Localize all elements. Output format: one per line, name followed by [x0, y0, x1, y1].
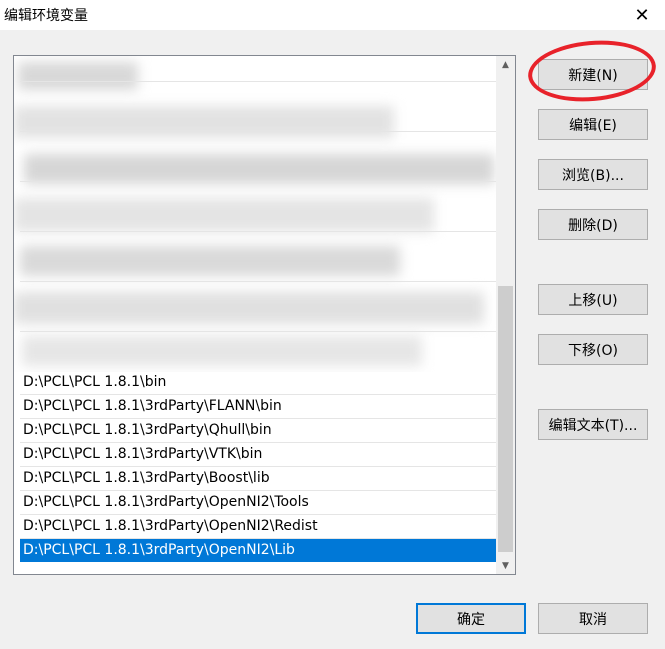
scroll-up-icon[interactable]: ▲ — [496, 56, 515, 73]
list-item[interactable]: D:\PCL\PCL 1.8.1\3rdParty\Qhull\bin — [20, 419, 496, 442]
red-annotation-circle — [525, 35, 659, 107]
list-item[interactable]: D:\PCL\PCL 1.8.1\3rdParty\FLANN\bin — [20, 395, 496, 418]
list-item[interactable]: D:\PCL\PCL 1.8.1\3rdParty\Boost\lib — [20, 467, 496, 490]
vertical-scrollbar[interactable]: ▲ ▼ — [496, 56, 515, 574]
list-item-selected[interactable]: D:\PCL\PCL 1.8.1\3rdParty\OpenNI2\Lib — [20, 539, 496, 562]
move-up-button[interactable]: 上移(U) — [538, 284, 648, 315]
browse-button[interactable]: 浏览(B)... — [538, 159, 648, 190]
title-bar: 编辑环境变量 ✕ — [0, 0, 665, 30]
list-item[interactable]: D:\PCL\PCL 1.8.1\3rdParty\OpenNI2\Tools — [20, 491, 496, 514]
scroll-down-icon[interactable]: ▼ — [496, 557, 515, 574]
blurred-entries — [14, 56, 496, 372]
env-variable-list[interactable]: D:\PCL\PCL 1.8.1\bin D:\PCL\PCL 1.8.1\3r… — [13, 55, 516, 575]
scroll-thumb[interactable] — [498, 286, 513, 552]
delete-button[interactable]: 删除(D) — [538, 209, 648, 240]
cancel-button[interactable]: 取消 — [538, 603, 648, 634]
list-item[interactable]: D:\PCL\PCL 1.8.1\3rdParty\VTK\bin — [20, 443, 496, 466]
close-icon[interactable]: ✕ — [619, 0, 665, 30]
list-item[interactable]: D:\PCL\PCL 1.8.1\3rdParty\OpenNI2\Redist — [20, 515, 496, 538]
edit-button[interactable]: 编辑(E) — [538, 109, 648, 140]
list-item[interactable]: D:\PCL\PCL 1.8.1\bin — [20, 371, 496, 394]
window-title: 编辑环境变量 — [4, 8, 88, 24]
edit-text-button[interactable]: 编辑文本(T)... — [538, 409, 648, 440]
ok-button[interactable]: 确定 — [416, 603, 526, 634]
move-down-button[interactable]: 下移(O) — [538, 334, 648, 365]
